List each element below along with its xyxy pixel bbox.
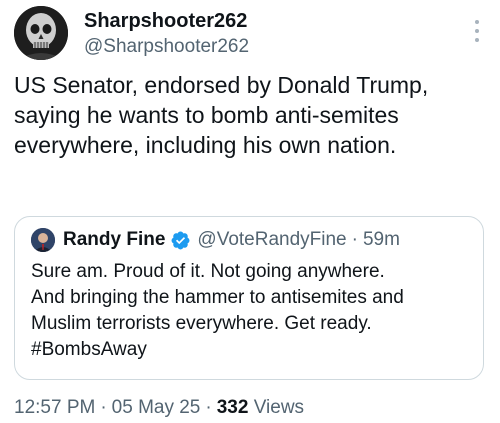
quoted-text-line: Muslim terrorists everywhere. Get ready. (31, 313, 372, 334)
more-dot (475, 20, 479, 24)
tweet-date[interactable]: 05 May 25 (112, 397, 201, 418)
quoted-author-avatar (31, 228, 55, 252)
tweet-meta: 12:57 PM · 05 May 25 · 332 Views (14, 397, 304, 419)
skull-avatar-image (14, 6, 68, 60)
quoted-tweet-text: Sure am. Proud of it. Not going anywhere… (31, 259, 471, 363)
more-options-icon[interactable] (474, 20, 480, 42)
quoted-handle: @VoteRandyFine (197, 229, 347, 250)
more-dot (475, 29, 479, 33)
quoted-text-line: Sure am. Proud of it. Not going anywhere… (31, 261, 385, 282)
quoted-separator: · (351, 229, 358, 250)
quoted-tweet-header: Randy Fine @VoteRandyFine · 59m (31, 227, 400, 253)
quoted-text-line: And bringing the hammer to antisemites a… (31, 287, 404, 308)
meta-separator: · (205, 397, 212, 418)
quoted-tweet[interactable]: Randy Fine @VoteRandyFine · 59m Sure am.… (14, 216, 484, 380)
views-count[interactable]: 332 (217, 397, 249, 418)
quoted-display-name: Randy Fine (63, 229, 166, 250)
tweet-time[interactable]: 12:57 PM (14, 397, 95, 418)
tweet-header: Sharpshooter262 @Sharpshooter262 (14, 6, 486, 62)
verified-badge-icon (171, 231, 190, 249)
author-avatar[interactable] (14, 6, 68, 60)
tweet-text: US Senator, endorsed by Donald Trump, sa… (14, 72, 429, 158)
quoted-hashtag[interactable]: #BombsAway (31, 337, 471, 363)
author-display-name[interactable]: Sharpshooter262 (84, 8, 249, 34)
author-handle[interactable]: @Sharpshooter262 (84, 34, 249, 60)
views-label[interactable]: Views (254, 397, 304, 418)
quoted-time: 59m (362, 229, 400, 250)
quoted-avatar-image (31, 228, 55, 252)
meta-separator: · (100, 397, 107, 418)
more-dot (475, 38, 479, 42)
